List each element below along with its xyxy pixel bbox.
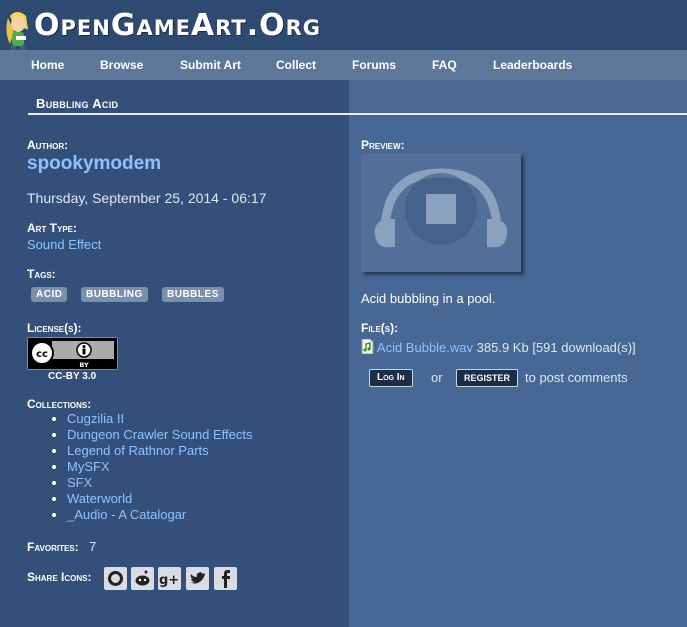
license-name[interactable]: CC-BY 3.0 [48, 371, 96, 382]
art-type-link[interactable]: Sound Effect [27, 237, 101, 252]
site-logo-text[interactable]: OpenGameArt.Org [34, 8, 321, 43]
collections-list: Cugzilia II Dungeon Crawler Sound Effect… [48, 411, 252, 523]
art-type-label: Art Type: [27, 221, 77, 235]
collection-link[interactable]: Waterworld [67, 491, 132, 506]
audio-file-icon [361, 338, 374, 355]
cc-by-icon: cc BY [28, 338, 117, 369]
cc-license-badge[interactable]: cc BY [27, 337, 118, 370]
list-item: Waterworld [67, 491, 252, 507]
list-item: SFX [67, 475, 252, 491]
list-item: Cugzilia II [67, 411, 252, 427]
collection-link[interactable]: Legend of Rathnor Parts [67, 443, 209, 458]
list-item: MySFX [67, 459, 252, 475]
list-item: _Audio - A Catalogar [67, 507, 252, 523]
list-item: Legend of Rathnor Parts [67, 443, 252, 459]
nav-forums[interactable]: Forums [352, 58, 396, 72]
favorites-label: Favorites: [27, 540, 79, 554]
svg-text:cc: cc [36, 349, 48, 360]
license-label: License(s): [27, 321, 82, 335]
login-button[interactable]: Log in [369, 369, 413, 387]
headphones-stop-icon [374, 168, 508, 248]
author-name-link[interactable]: spookymodem [27, 153, 161, 175]
tags-label: Tags: [27, 267, 56, 281]
twitter-icon[interactable] [186, 567, 209, 590]
main-navbar: Home Browse Submit Art Collect Forums FA… [0, 50, 687, 80]
post-date: Thursday, September 25, 2014 - 06:17 [27, 190, 267, 206]
nav-faq[interactable]: FAQ [432, 58, 457, 72]
nav-browse[interactable]: Browse [100, 58, 143, 72]
favorites-count: 7 [89, 539, 97, 554]
collection-link[interactable]: _Audio - A Catalogar [67, 507, 186, 522]
plus-one-icon[interactable] [104, 567, 127, 590]
tag-acid[interactable]: Acid [31, 287, 68, 302]
svg-text:g+: g+ [159, 573, 179, 588]
file-size: 385.9 Kb [476, 340, 529, 355]
author-label: Author: [27, 138, 69, 152]
tag-bubbling[interactable]: bubbling [81, 287, 148, 302]
facebook-icon[interactable] [214, 567, 237, 590]
reddit-icon[interactable] [131, 567, 154, 590]
nav-collect[interactable]: Collect [276, 58, 316, 72]
file-download-count: [591 download(s)] [532, 340, 636, 355]
collection-link[interactable]: Cugzilia II [67, 411, 124, 426]
cc-badge-text: BY [79, 361, 89, 369]
collections-label: Collections: [27, 397, 92, 411]
files-label: File(s): [361, 321, 399, 335]
nav-home[interactable]: Home [31, 58, 64, 72]
google-plus-icon[interactable]: g+ [158, 567, 181, 590]
list-item: Dungeon Crawler Sound Effects [67, 427, 252, 443]
right-column-top [349, 80, 687, 112]
or-text: or [431, 370, 443, 385]
file-row: Acid Bubble.wav 385.9 Kb [591 download(s… [361, 338, 636, 355]
post-comments-text: to post comments [525, 370, 628, 385]
share-icons-label: Share Icons: [27, 570, 92, 584]
register-button[interactable]: register [456, 369, 519, 387]
preview-label: Preview: [361, 138, 405, 152]
nav-leaderboards[interactable]: Leaderboards [493, 58, 572, 72]
audio-preview-player[interactable] [361, 153, 521, 272]
collection-link[interactable]: Dungeon Crawler Sound Effects [67, 427, 252, 442]
page-title: Bubbling Acid [36, 96, 119, 111]
title-divider [28, 113, 687, 115]
collection-link[interactable]: MySFX [67, 459, 110, 474]
collection-link[interactable]: SFX [67, 475, 92, 490]
tag-bubbles[interactable]: bubbles [162, 287, 224, 302]
preview-description: Acid bubbling in a pool. [361, 291, 496, 306]
file-download-link[interactable]: Acid Bubble.wav [377, 340, 473, 355]
nav-submit-art[interactable]: Submit Art [180, 58, 241, 72]
